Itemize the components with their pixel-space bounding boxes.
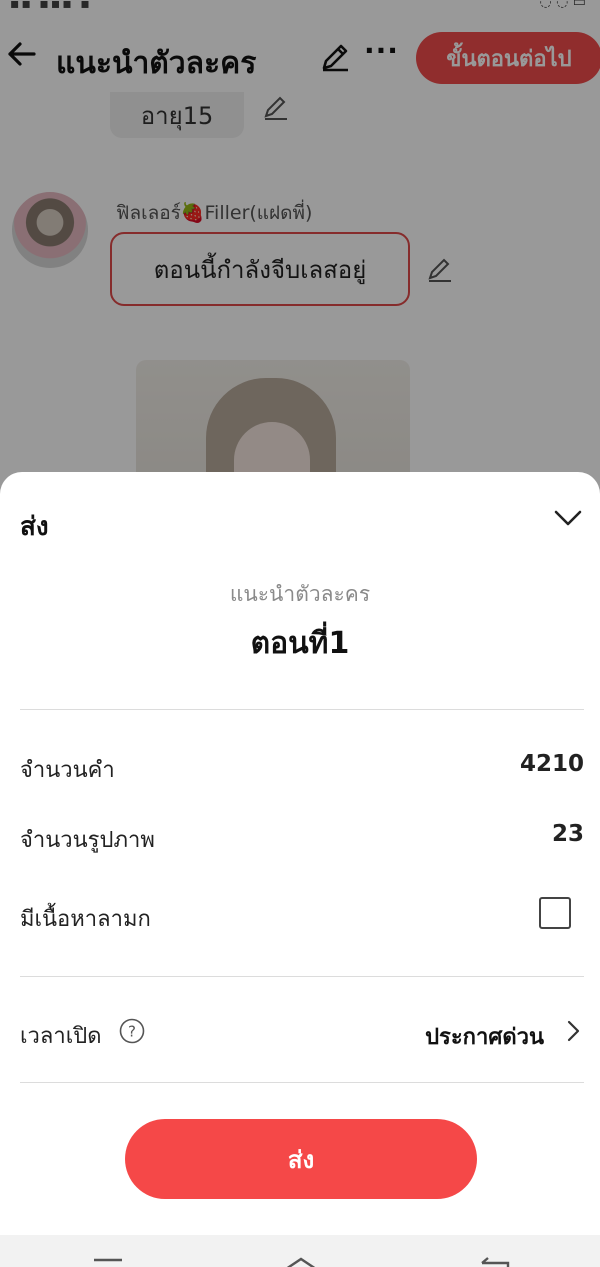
svg-text:?: ? (128, 1023, 136, 1041)
back-nav-icon[interactable] (478, 1257, 512, 1267)
word-count-label: จำนวนคำ (20, 758, 115, 783)
publish-time-value[interactable]: ประกาศด่วน (425, 1019, 544, 1054)
divider (20, 1082, 584, 1083)
send-bottom-sheet: ส่ง แนะนำตัวละคร ตอนที่1 จำนวนคำ 4210 จำ… (0, 472, 600, 1235)
adult-content-label: มีเนื้อหาลามก (20, 907, 151, 932)
divider (20, 709, 584, 710)
adult-content-checkbox[interactable] (539, 897, 571, 929)
help-icon[interactable]: ? (119, 1018, 145, 1044)
divider (20, 976, 584, 977)
episode-title: ตอนที่1 (250, 626, 350, 661)
episode-subtitle: แนะนำตัวละคร (229, 582, 371, 606)
recent-apps-icon[interactable] (92, 1257, 124, 1267)
image-count-label: จำนวนรูปภาพ (20, 828, 155, 853)
home-icon[interactable] (282, 1257, 320, 1267)
publish-time-label: เวลาเปิด (20, 1024, 102, 1049)
word-count-value: 4210 (519, 751, 584, 777)
image-count-value: 23 (551, 821, 584, 847)
sheet-title: ส่ง (20, 512, 49, 542)
send-button[interactable]: ส่ง (125, 1119, 477, 1199)
system-nav-bar (0, 1235, 600, 1267)
chevron-down-icon[interactable] (550, 500, 586, 536)
chevron-right-icon[interactable] (562, 1018, 584, 1044)
